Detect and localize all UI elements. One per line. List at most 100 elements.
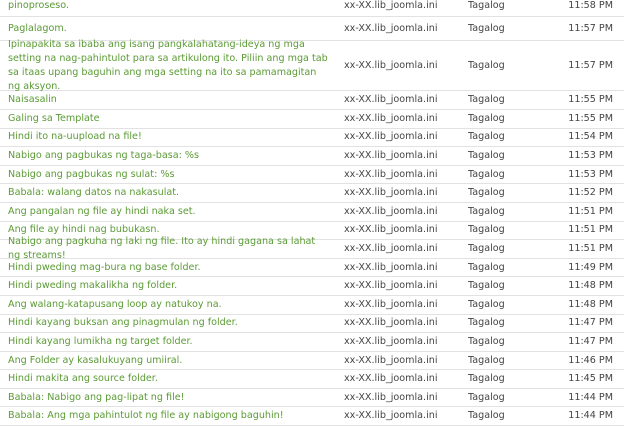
translation-link[interactable]: pinoproseso.: [8, 0, 330, 16]
table-row: Hindi pweding makalikha ng folder. xx-XX…: [0, 277, 624, 296]
file-name: xx-XX.lib_joomla.ini: [344, 0, 438, 11]
table-row: Ang pangalan ng file ay hindi naka set. …: [0, 203, 624, 222]
translation-link[interactable]: Naisasalin: [8, 91, 330, 109]
translation-link[interactable]: Babala: Nabigo ang pag-lipat ng file!: [8, 389, 330, 407]
table-row: Ipinapakita sa ibaba ang isang pangkalah…: [0, 39, 624, 92]
file-name: xx-XX.lib_joomla.ini: [344, 373, 438, 385]
timestamp: 11:53 PM: [568, 149, 613, 161]
translation-link[interactable]: Hindi kayang lumikha ng target folder.: [8, 333, 330, 351]
file-name: xx-XX.lib_joomla.ini: [344, 149, 438, 161]
timestamp: 11:45 PM: [568, 373, 613, 385]
timestamp: 11:51 PM: [568, 205, 613, 217]
timestamp: 11:48 PM: [568, 280, 613, 292]
file-name: xx-XX.lib_joomla.ini: [344, 187, 438, 199]
timestamp: 11:46 PM: [568, 354, 613, 366]
translation-link[interactable]: Nabigo ang pagbukas ng sulat: %s: [8, 166, 330, 184]
timestamp: 11:48 PM: [568, 298, 613, 310]
translation-link[interactable]: Babala: walang datos na nakasulat.: [8, 184, 330, 202]
timestamp: 11:55 PM: [568, 112, 613, 124]
timestamp: 11:55 PM: [568, 94, 613, 106]
file-name: xx-XX.lib_joomla.ini: [344, 298, 438, 310]
language: Tagalog: [468, 280, 505, 292]
table-row: pinoproseso. xx-XX.lib_joomla.ini Tagalo…: [0, 0, 624, 17]
language: Tagalog: [468, 131, 505, 143]
file-name: xx-XX.lib_joomla.ini: [344, 224, 438, 236]
language: Tagalog: [468, 391, 505, 403]
table-row: Hindi makita ang source folder. xx-XX.li…: [0, 370, 624, 389]
language: Tagalog: [468, 317, 505, 329]
language: Tagalog: [468, 224, 505, 236]
language: Tagalog: [468, 22, 505, 34]
table-row: Nabigo ang pagbukas ng sulat: %s xx-XX.l…: [0, 166, 624, 185]
table-row: Hindi kayang lumikha ng target folder. x…: [0, 333, 624, 352]
table-row: Babala: Nabigo ang pag-lipat ng file! xx…: [0, 389, 624, 408]
table-row: Hindi kayang buksan ang pinagmulan ng fo…: [0, 315, 624, 334]
translation-link[interactable]: Hindi pweding mag-bura ng base folder.: [8, 259, 330, 277]
translation-link[interactable]: Galing sa Template: [8, 110, 330, 128]
translation-link[interactable]: Babala: Ang mga pahintulot ng file ay na…: [8, 407, 330, 425]
language: Tagalog: [468, 261, 505, 273]
table-row: Nabigo ang pagkuha ng laki ng file. Ito …: [0, 236, 624, 261]
table-row: Babala: Ang mga pahintulot ng file ay na…: [0, 407, 624, 426]
file-name: xx-XX.lib_joomla.ini: [344, 205, 438, 217]
translation-link[interactable]: Nabigo ang pagkuha ng laki ng file. Ito …: [8, 236, 330, 261]
language: Tagalog: [468, 205, 505, 217]
translation-link[interactable]: Paglalagom.: [8, 17, 330, 40]
timestamp: 11:47 PM: [568, 317, 613, 329]
table-row: Naisasalin xx-XX.lib_joomla.ini Tagalog …: [0, 91, 624, 110]
language: Tagalog: [468, 354, 505, 366]
file-name: xx-XX.lib_joomla.ini: [344, 112, 438, 124]
translation-link[interactable]: Hindi pweding makalikha ng folder.: [8, 277, 330, 295]
file-name: xx-XX.lib_joomla.ini: [344, 59, 438, 71]
translation-link[interactable]: Ang pangalan ng file ay hindi naka set.: [8, 203, 330, 221]
file-name: xx-XX.lib_joomla.ini: [344, 131, 438, 143]
timestamp: 11:57 PM: [568, 59, 613, 71]
language: Tagalog: [468, 0, 505, 11]
timestamp: 11:57 PM: [568, 22, 613, 34]
language: Tagalog: [468, 410, 505, 422]
language: Tagalog: [468, 94, 505, 106]
language: Tagalog: [468, 335, 505, 347]
translation-link[interactable]: Hindi makita ang source folder.: [8, 370, 330, 388]
table-row: Galing sa Template xx-XX.lib_joomla.ini …: [0, 110, 624, 129]
language: Tagalog: [468, 298, 505, 310]
language: Tagalog: [468, 373, 505, 385]
timestamp: 11:58 PM: [568, 0, 613, 11]
file-name: xx-XX.lib_joomla.ini: [344, 22, 438, 34]
timestamp: 11:51 PM: [568, 242, 613, 254]
translation-link[interactable]: Hindi kayang buksan ang pinagmulan ng fo…: [8, 315, 330, 333]
timestamp: 11:49 PM: [568, 261, 613, 273]
file-name: xx-XX.lib_joomla.ini: [344, 168, 438, 180]
file-name: xx-XX.lib_joomla.ini: [344, 242, 438, 254]
timestamp: 11:51 PM: [568, 224, 613, 236]
language: Tagalog: [468, 149, 505, 161]
table-row: Ang Folder ay kasalukuyang umiiral. xx-X…: [0, 352, 624, 371]
timestamp: 11:52 PM: [568, 187, 613, 199]
file-name: xx-XX.lib_joomla.ini: [344, 317, 438, 329]
table-row: Hindi ito na-uupload na file! xx-XX.lib_…: [0, 129, 624, 148]
file-name: xx-XX.lib_joomla.ini: [344, 94, 438, 106]
language: Tagalog: [468, 59, 505, 71]
file-name: xx-XX.lib_joomla.ini: [344, 410, 438, 422]
translation-link[interactable]: Ang Folder ay kasalukuyang umiiral.: [8, 352, 330, 370]
timestamp: 11:44 PM: [568, 391, 613, 403]
language: Tagalog: [468, 168, 505, 180]
file-name: xx-XX.lib_joomla.ini: [344, 261, 438, 273]
file-name: xx-XX.lib_joomla.ini: [344, 391, 438, 403]
language: Tagalog: [468, 242, 505, 254]
translation-link[interactable]: Nabigo ang pagbukas ng taga-basa: %s: [8, 147, 330, 165]
language: Tagalog: [468, 112, 505, 124]
file-name: xx-XX.lib_joomla.ini: [344, 335, 438, 347]
file-name: xx-XX.lib_joomla.ini: [344, 354, 438, 366]
translation-link[interactable]: Ipinapakita sa ibaba ang isang pangkalah…: [8, 39, 330, 92]
translation-link[interactable]: Hindi ito na-uupload na file!: [8, 129, 330, 147]
file-name: xx-XX.lib_joomla.ini: [344, 280, 438, 292]
timestamp: 11:54 PM: [568, 131, 613, 143]
timestamp: 11:53 PM: [568, 168, 613, 180]
table-row: Hindi pweding mag-bura ng base folder. x…: [0, 259, 624, 278]
table-row: Nabigo ang pagbukas ng taga-basa: %s xx-…: [0, 147, 624, 166]
translation-link[interactable]: Ang walang-katapusang loop ay natukoy na…: [8, 296, 330, 314]
table-row: Ang walang-katapusang loop ay natukoy na…: [0, 296, 624, 315]
table-row: Babala: walang datos na nakasulat. xx-XX…: [0, 184, 624, 203]
timestamp: 11:47 PM: [568, 335, 613, 347]
